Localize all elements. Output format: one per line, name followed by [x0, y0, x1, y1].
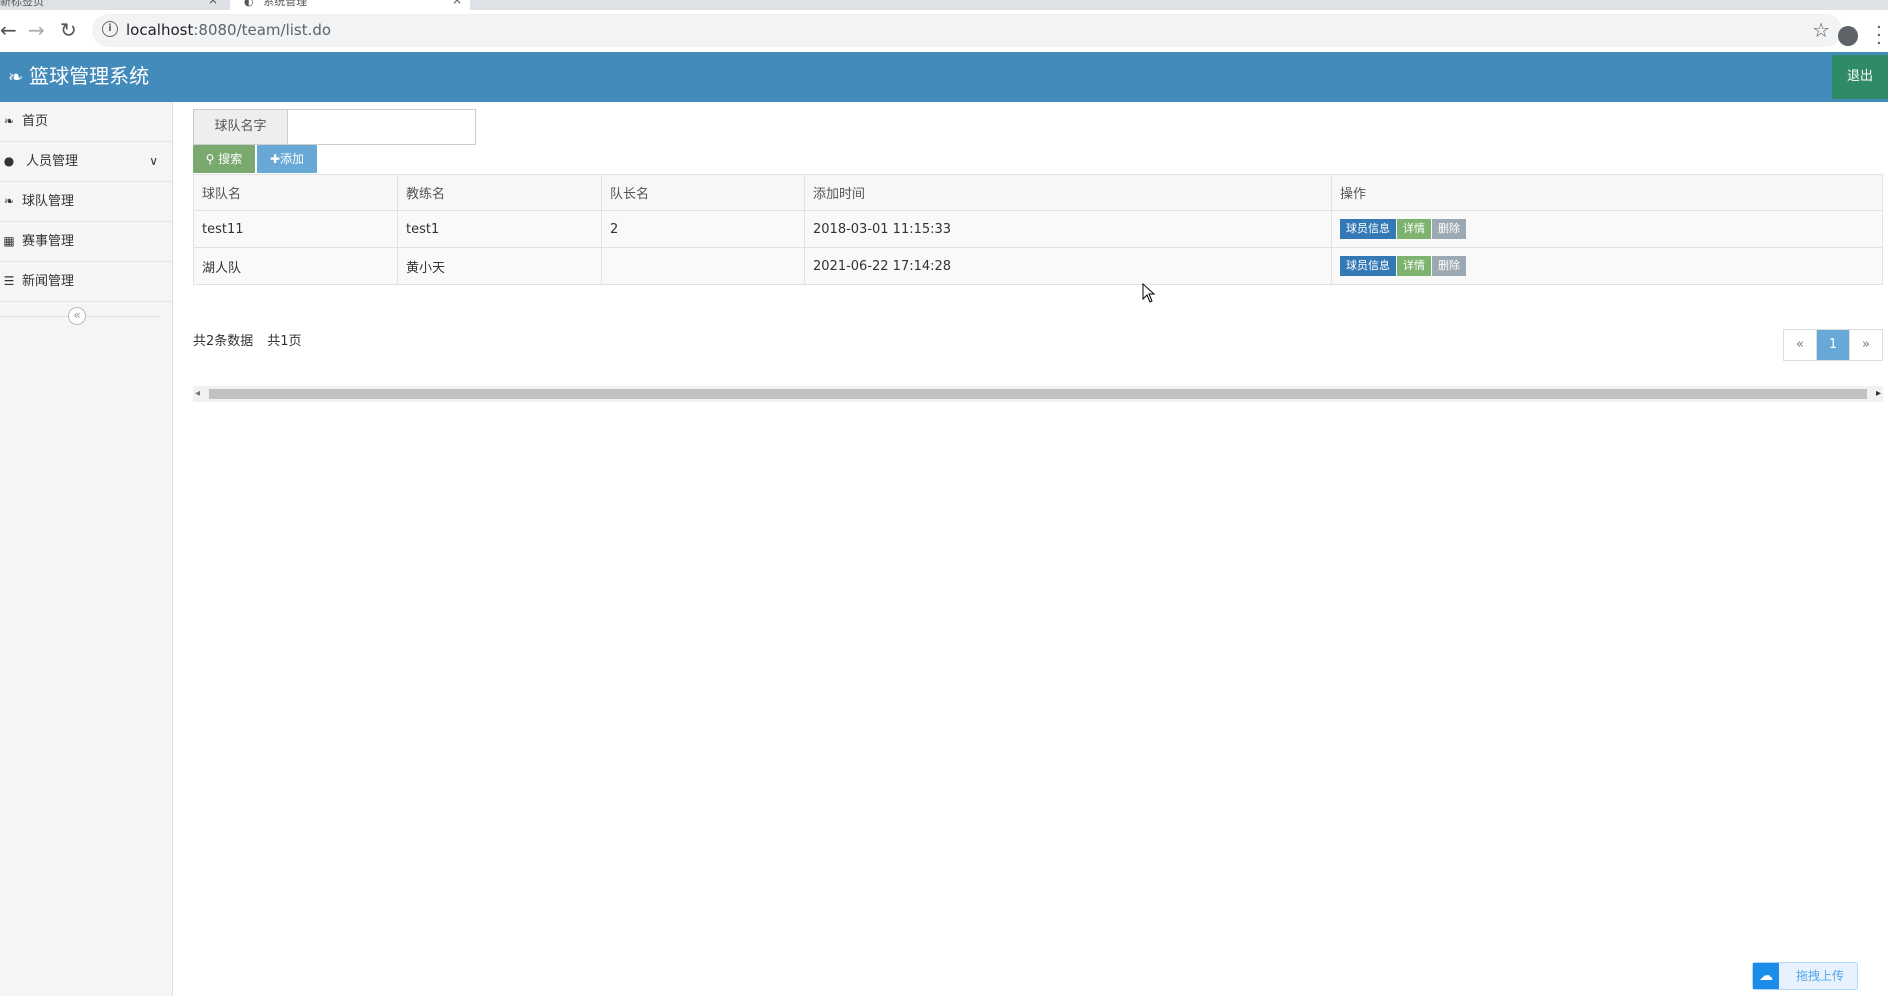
search-icon: ⚲ [205, 152, 215, 166]
table-row: test11 test1 2 2018-03-01 11:15:33 球员信息详… [193, 210, 1883, 248]
sidebar-item-label: 赛事管理 [22, 234, 75, 249]
pagination-summary: 共2条数据 共1页 [193, 330, 316, 349]
team-table: 球队名 教练名 队长名 添加时间 操作 test11 test1 2 2018-… [193, 174, 1883, 285]
detail-button[interactable]: 详情 [1397, 219, 1431, 239]
close-tab-icon[interactable]: × [452, 0, 462, 6]
total-pages: 共1页 [267, 334, 302, 349]
browser-menu-icon[interactable]: · · · [1876, 19, 1882, 53]
browser-tab-title: 系统管理 [263, 0, 308, 8]
team-name-label: 球队名字 [194, 110, 288, 144]
sidebar-item-team[interactable]: ❧ 球队管理 [0, 182, 172, 222]
mouse-cursor-icon [1142, 283, 1156, 303]
close-tab-icon[interactable]: × [208, 0, 218, 6]
user-icon: ● [3, 154, 15, 168]
team-name-cell: test11 [193, 210, 398, 248]
logout-button[interactable]: 退出 [1832, 55, 1888, 99]
back-arrow-icon[interactable]: ← [0, 18, 17, 42]
sidebar-item-label: 人员管理 [26, 154, 79, 169]
drag-upload-label: 拖拽上传 [1795, 969, 1844, 983]
browser-tab-title: 新标签页 [0, 0, 44, 8]
leaf-icon: ❧ [3, 194, 15, 208]
leaf-icon: ❧ [8, 67, 24, 88]
sidebar-item-label: 新闻管理 [22, 274, 75, 289]
address-bar[interactable]: i localhost:8080/team/list.do ☆ [92, 14, 1842, 47]
prev-page-button[interactable]: « [1784, 330, 1816, 360]
sidebar: ❧ 首页 ● 人员管理 ∨ ❧ 球队管理 ▦ 赛事管理 ☰ 新闻管理 « [0, 102, 173, 996]
globe-icon: ◐ [244, 0, 254, 8]
delete-button[interactable]: 删除 [1432, 219, 1466, 239]
scroll-right-icon[interactable]: ▸ [1876, 388, 1881, 399]
sidebar-item-label: 首页 [22, 114, 49, 129]
column-header: 教练名 [397, 174, 602, 211]
url-host: localhost [126, 21, 194, 39]
column-header: 队长名 [601, 174, 805, 211]
browser-tab-active[interactable]: ◐ 系统管理 × [230, 0, 470, 10]
list-icon: ☰ [3, 274, 15, 288]
captain-name-cell: 2 [601, 210, 805, 248]
sidebar-collapse-row: « [0, 302, 172, 330]
url-path: :8080/team/list.do [193, 21, 332, 39]
sidebar-item-personnel[interactable]: ● 人员管理 ∨ [0, 142, 172, 182]
scrollbar-thumb[interactable] [209, 389, 1867, 399]
captain-name-cell [601, 247, 805, 285]
add-button[interactable]: ✚添加 [257, 145, 317, 173]
page-button-current[interactable]: 1 [1816, 330, 1849, 360]
table-header-row: 球队名 教练名 队长名 添加时间 操作 [193, 174, 1883, 211]
calendar-icon: ▦ [3, 234, 15, 248]
reload-icon[interactable]: ↻ [60, 18, 77, 42]
scroll-left-icon[interactable]: ◂ [195, 388, 200, 399]
add-button-label: 添加 [280, 152, 305, 166]
player-info-button[interactable]: 球员信息 [1340, 256, 1396, 276]
search-button-label: 搜索 [218, 152, 243, 166]
added-time-cell: 2021-06-22 17:14:28 [804, 247, 1332, 285]
url-text: localhost:8080/team/list.do [126, 21, 331, 39]
drag-upload-widget[interactable]: ☁ 拖拽上传 [1752, 962, 1858, 990]
profile-avatar-icon[interactable] [1838, 26, 1858, 46]
browser-tabstrip: 新标签页 × ◐ 系统管理 × [0, 0, 1888, 10]
next-page-button[interactable]: » [1849, 330, 1882, 360]
delete-button[interactable]: 删除 [1432, 256, 1466, 276]
coach-name-cell: 黄小天 [397, 247, 602, 285]
team-name-input[interactable] [288, 110, 475, 144]
bookmark-star-icon[interactable]: ☆ [1812, 18, 1830, 42]
coach-name-cell: test1 [397, 210, 602, 248]
app-title: 篮球管理系统 [29, 64, 150, 88]
column-header: 球队名 [193, 174, 398, 211]
plus-icon: ✚ [269, 152, 281, 166]
actions-cell: 球员信息 详情 删除 [1331, 247, 1883, 285]
cloud-upload-icon: ☁ [1753, 963, 1779, 989]
total-records: 共2条数据 [193, 334, 254, 349]
browser-toolbar: ← → ↻ i localhost:8080/team/list.do ☆ · ·… [0, 10, 1888, 53]
sidebar-item-home[interactable]: ❧ 首页 [0, 102, 172, 142]
browser-tab-new[interactable]: 新标签页 × [0, 0, 226, 10]
search-button[interactable]: ⚲ 搜索 [193, 145, 255, 173]
added-time-cell: 2018-03-01 11:15:33 [804, 210, 1332, 248]
detail-button[interactable]: 详情 [1397, 256, 1431, 276]
column-header: 添加时间 [804, 174, 1332, 211]
pagination: « 1 » [1783, 329, 1883, 361]
player-info-button[interactable]: 球员信息 [1340, 219, 1396, 239]
leaf-icon: ❧ [3, 114, 15, 128]
site-info-icon[interactable]: i [102, 21, 118, 37]
double-chevron-left-icon[interactable]: « [68, 307, 86, 325]
sidebar-item-label: 球队管理 [22, 194, 75, 209]
chevron-down-icon: ∨ [149, 154, 158, 168]
column-header: 操作 [1331, 174, 1883, 211]
sidebar-item-match[interactable]: ▦ 赛事管理 [0, 222, 172, 262]
team-name-cell: 湖人队 [193, 247, 398, 285]
app-brand: ❧ 篮球管理系统 [8, 62, 149, 92]
table-row: 湖人队 黄小天 2021-06-22 17:14:28 球员信息 详情 删除 [193, 247, 1883, 285]
team-name-search-group: 球队名字 [193, 109, 476, 145]
horizontal-scrollbar[interactable]: ◂ ▸ [193, 386, 1883, 402]
actions-cell: 球员信息 详情 删除 [1331, 210, 1883, 248]
sidebar-item-news[interactable]: ☰ 新闻管理 [0, 262, 172, 302]
forward-arrow-icon[interactable]: → [28, 18, 45, 42]
app-header: ❧ 篮球管理系统 退出 [0, 52, 1888, 102]
